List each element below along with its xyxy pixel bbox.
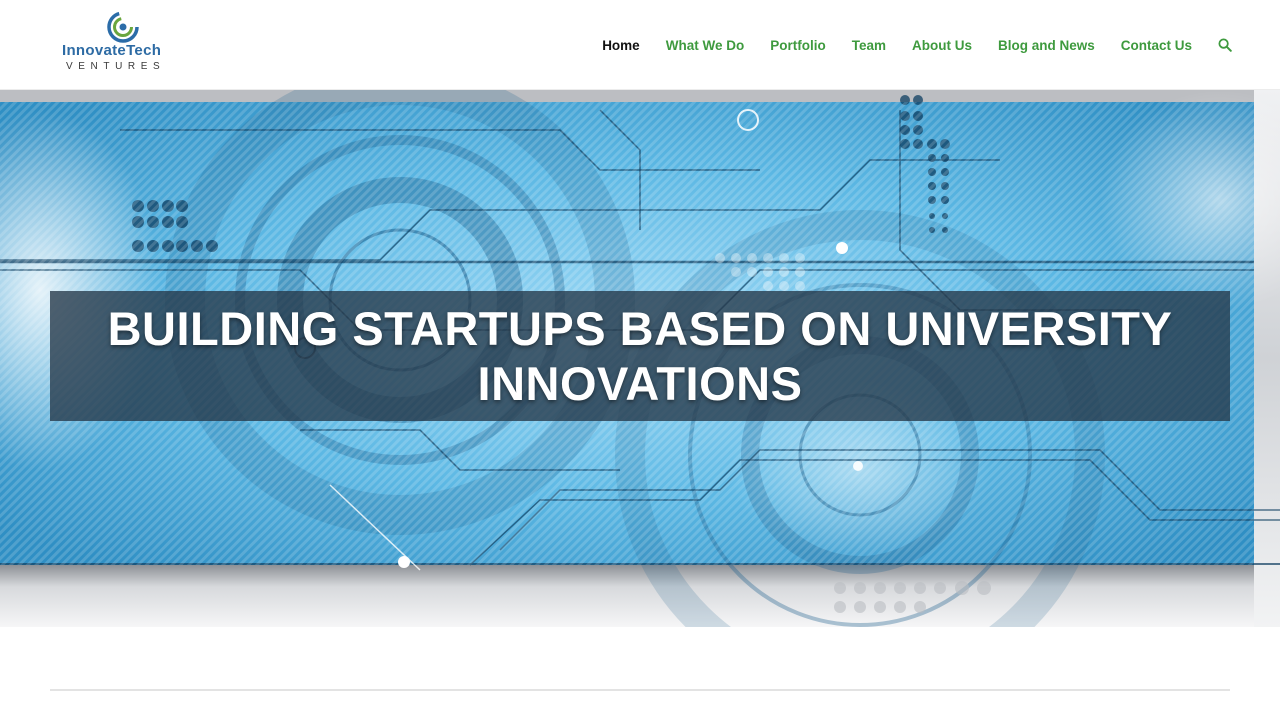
hero-title-box: BUILDING STARTUPS BASED ON UNIVERSITY IN… <box>50 291 1230 421</box>
nav-item-about-us[interactable]: About Us <box>912 38 972 53</box>
nav-item-contact-us[interactable]: Contact Us <box>1121 38 1192 53</box>
search-icon[interactable] <box>1218 38 1232 52</box>
hero-title-line1: BUILDING STARTUPS BASED ON UNIVERSITY <box>107 302 1173 355</box>
hero-title: BUILDING STARTUPS BASED ON UNIVERSITY IN… <box>80 301 1200 411</box>
site-header: InnovateTech VENTURES Home What We Do Po… <box>0 0 1280 90</box>
logo-subtitle: VENTURES <box>66 61 166 72</box>
hero-banner: BUILDING STARTUPS BASED ON UNIVERSITY IN… <box>0 90 1280 627</box>
nav-item-portfolio[interactable]: Portfolio <box>770 38 826 53</box>
logo-swirl-icon <box>107 11 139 43</box>
logo-word: InnovateTech <box>62 42 162 59</box>
nav-item-team[interactable]: Team <box>852 38 886 53</box>
nav-item-what-we-do[interactable]: What We Do <box>666 38 745 53</box>
nav-item-blog-and-news[interactable]: Blog and News <box>998 38 1095 53</box>
hero-title-line2: INNOVATIONS <box>477 357 803 410</box>
logo[interactable]: InnovateTech VENTURES <box>62 10 182 74</box>
section-divider <box>50 689 1230 691</box>
nav-item-home[interactable]: Home <box>602 38 640 53</box>
main-navigation: Home What We Do Portfolio Team About Us … <box>576 0 1232 90</box>
logo-wordmark: InnovateTech <box>62 42 182 60</box>
